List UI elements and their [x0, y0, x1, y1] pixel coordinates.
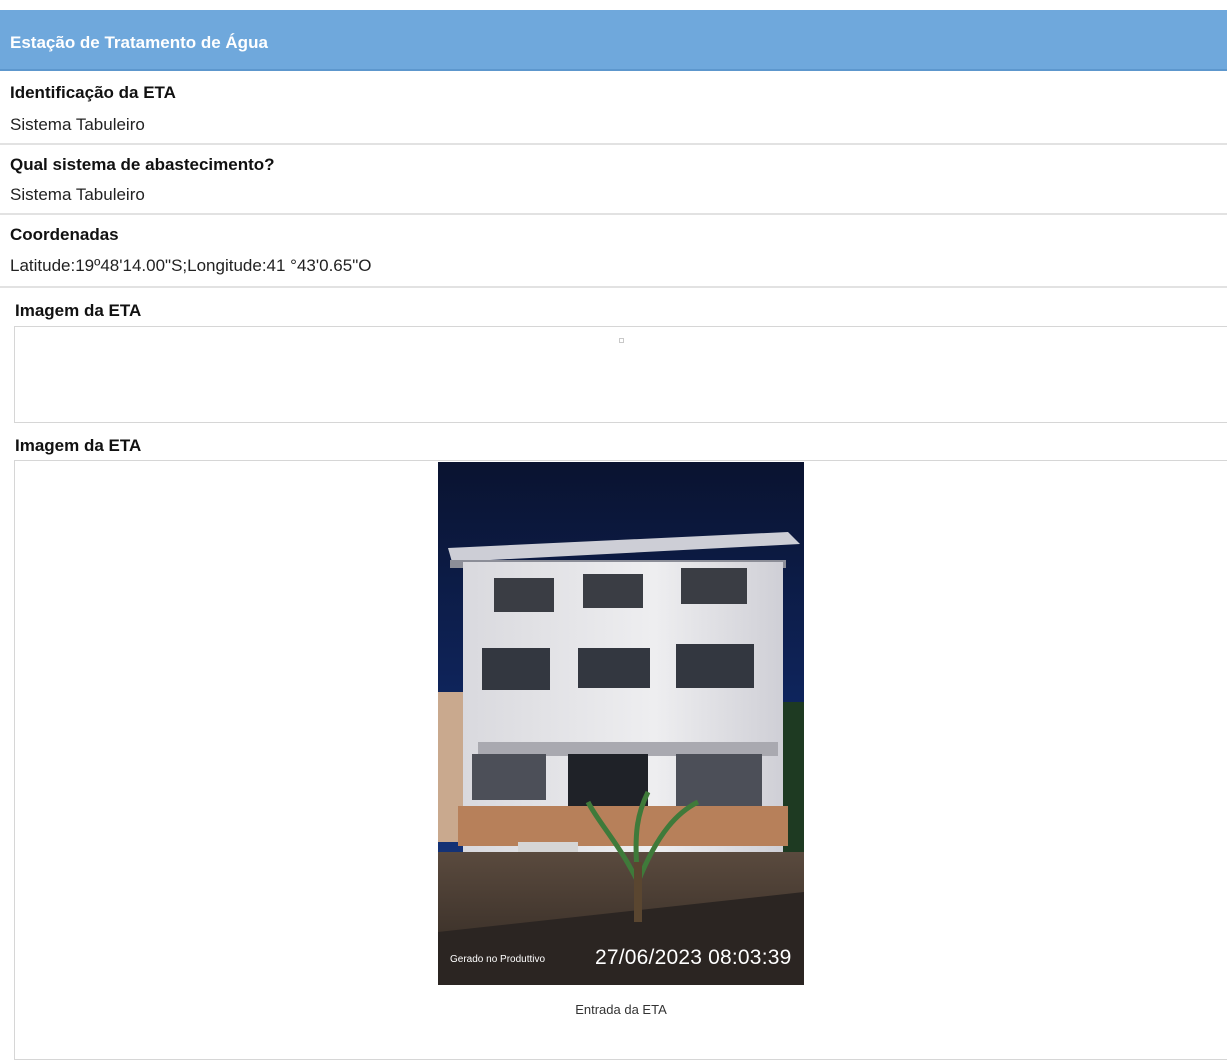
section-header: Estação de Tratamento de Água — [0, 10, 1227, 71]
section-title: Estação de Tratamento de Água — [10, 33, 268, 52]
photo-timestamp: 27/06/2023 08:03:39 — [595, 946, 792, 969]
field-sistema-abastecimento: Qual sistema de abastecimento? Sistema T… — [0, 145, 1227, 215]
field-value: Sistema Tabuleiro — [10, 115, 145, 134]
image-container-empty — [14, 326, 1227, 423]
field-identificacao: Identificação da ETA Sistema Tabuleiro — [0, 71, 1227, 145]
field-value: Latitude:19º48'14.00"S;Longitude:41 °43'… — [10, 256, 372, 275]
image-label: Imagem da ETA — [15, 301, 142, 320]
image-caption: Entrada da ETA — [575, 1002, 667, 1017]
broken-image-icon — [619, 338, 624, 343]
photo-watermark: Gerado no Produttivo — [450, 954, 546, 965]
field-label: Identificação da ETA — [10, 83, 176, 102]
field-value: Sistema Tabuleiro — [10, 185, 145, 204]
field-coordenadas: Coordenadas Latitude:19º48'14.00"S;Longi… — [0, 215, 1227, 288]
image-label: Imagem da ETA — [15, 436, 142, 455]
eta-photo[interactable]: Gerado no Produttivo 27/06/2023 08:03:39 — [438, 462, 804, 985]
building-photo-icon — [438, 462, 804, 985]
field-label: Coordenadas — [10, 225, 119, 244]
field-label: Qual sistema de abastecimento? — [10, 155, 275, 174]
